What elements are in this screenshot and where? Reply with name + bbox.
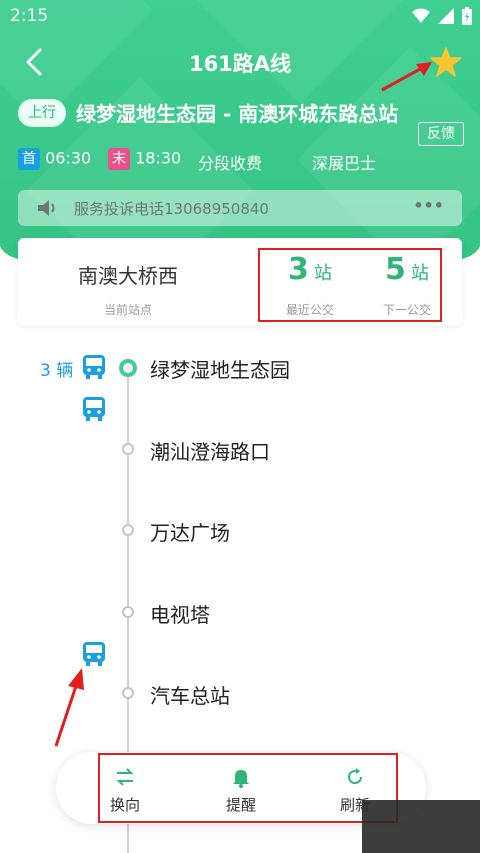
- company-info: 深展巴士: [312, 154, 377, 173]
- stop-name[interactable]: 汽车总站: [150, 680, 230, 709]
- status-time: 2:15: [10, 6, 49, 26]
- fare-info: 分段收费: [198, 154, 263, 173]
- route-row: 上行 绿梦湿地生态园 - 南澳环城东路总站 反馈: [18, 96, 468, 146]
- stop-name[interactable]: 万达广场: [150, 517, 230, 546]
- annotation-box-actions: [98, 753, 398, 823]
- annotation-arrow-star: [381, 62, 432, 92]
- first-bus: 首 06:30: [18, 148, 91, 170]
- first-tag: 首: [18, 148, 40, 170]
- bus-icon[interactable]: [82, 396, 106, 422]
- last-time: 18:30: [135, 148, 182, 168]
- battery-icon: [462, 7, 472, 25]
- first-time: 06:30: [45, 148, 92, 168]
- stop-dot: [122, 687, 134, 699]
- notice-text: 服务投诉电话13068950840: [74, 200, 269, 218]
- stop-name[interactable]: 电视塔: [150, 599, 210, 628]
- status-bar: 2:15: [0, 0, 480, 34]
- bus-count: 3 辆: [40, 361, 74, 381]
- status-icons: [412, 7, 472, 25]
- route-name: 绿梦湿地生态园 - 南澳环城东路总站: [76, 102, 399, 126]
- stop-name[interactable]: 潮汕澄海路口: [150, 436, 270, 465]
- stop-dot: [122, 524, 134, 536]
- bus-icon[interactable]: [82, 354, 106, 380]
- info-row: 首 06:30 末 18:30 分段收费 深展巴士: [18, 146, 468, 173]
- last-tag: 末: [108, 148, 130, 170]
- stop-name[interactable]: 绿梦湿地生态园: [150, 354, 290, 383]
- speaker-icon: [38, 200, 55, 216]
- current-station-label: 当前站点: [103, 303, 152, 317]
- current-station-name: 南澳大桥西: [78, 264, 178, 288]
- more-icon[interactable]: •••: [413, 196, 444, 215]
- notice-bar[interactable]: 服务投诉电话13068950840 •••: [18, 190, 462, 226]
- annotation-box-arrival: [258, 248, 442, 322]
- direction-badge: 上行: [18, 99, 66, 127]
- stop-dot: [122, 606, 134, 618]
- stop-dot-current: [119, 359, 137, 377]
- last-bus: 末 18:30: [108, 148, 181, 170]
- wifi-icon: [412, 8, 430, 23]
- watermark-overlay: [362, 800, 480, 853]
- stop-dot: [122, 443, 134, 455]
- feedback-button[interactable]: 反馈: [418, 122, 464, 146]
- signal-icon: [438, 8, 454, 24]
- annotation-arrow-bus: [54, 668, 84, 747]
